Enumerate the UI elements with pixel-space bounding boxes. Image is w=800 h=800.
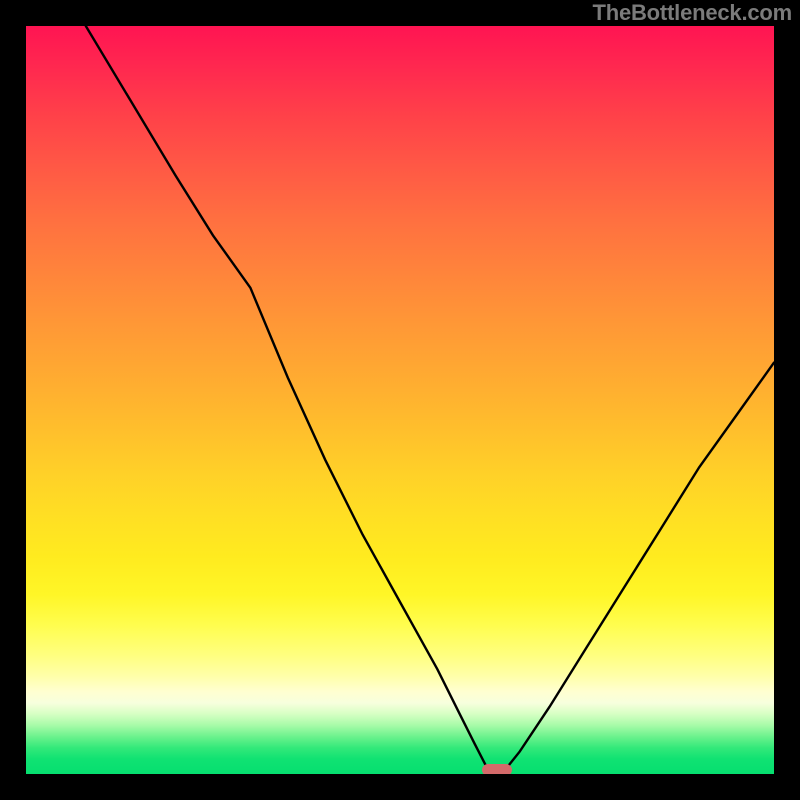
optimal-point-marker xyxy=(482,764,512,774)
bottleneck-curve-svg xyxy=(26,26,774,774)
watermark-text: TheBottleneck.com xyxy=(592,0,792,26)
plot-area xyxy=(26,26,774,774)
chart-frame: TheBottleneck.com xyxy=(0,0,800,800)
bottleneck-curve xyxy=(86,26,774,770)
